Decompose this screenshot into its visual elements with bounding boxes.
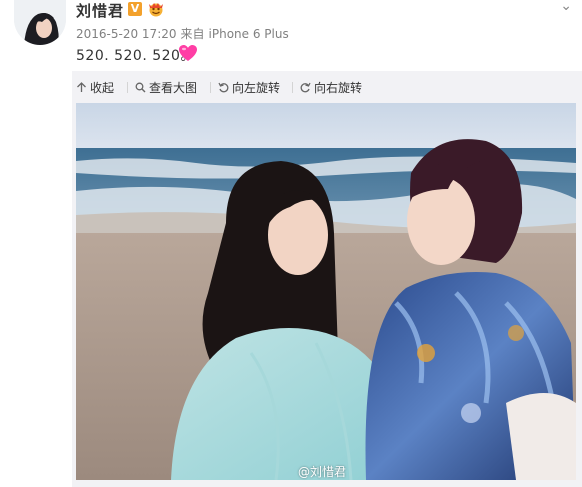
- rotate-left-icon: [218, 82, 229, 93]
- collapse-label: 收起: [90, 81, 115, 95]
- image-watermark: @刘惜君: [298, 465, 347, 479]
- timestamp[interactable]: 2016-5-20 17:20: [76, 27, 177, 41]
- collapse-button[interactable]: 收起: [76, 79, 114, 97]
- username[interactable]: 刘惜君: [76, 0, 124, 21]
- toolbar-divider: [292, 82, 293, 93]
- rotate-right-label: 向右旋转: [314, 81, 363, 95]
- magnifier-icon: [135, 82, 146, 93]
- view-large-label: 查看大图: [149, 81, 198, 95]
- rotate-right-button[interactable]: 向右旋转: [300, 79, 362, 97]
- verified-icon[interactable]: V: [128, 2, 142, 16]
- rotate-left-label: 向左旋转: [232, 81, 281, 95]
- post-meta: 2016-5-20 17:20 来自 iPhone 6 Plus: [76, 25, 293, 42]
- rotate-left-button[interactable]: 向左旋转: [218, 79, 280, 97]
- source-prefix: 来自: [180, 27, 205, 41]
- toolbar-divider: [127, 82, 128, 93]
- source-link[interactable]: iPhone 6 Plus: [209, 27, 289, 41]
- member-badge-icon[interactable]: [147, 1, 165, 17]
- arrow-up-icon: [77, 82, 86, 92]
- toolbar-divider: [210, 82, 211, 93]
- post-header: 刘惜君 V ⌄ 2016-5-20 17:20 来自 iPhone 6 Plus 5…: [0, 0, 582, 70]
- avatar[interactable]: [14, 0, 66, 45]
- post-photo[interactable]: [76, 103, 576, 480]
- heart-emoji-icon: [178, 44, 198, 62]
- rotate-right-icon: [300, 82, 311, 93]
- chevron-down-icon[interactable]: ⌄: [560, 0, 572, 14]
- view-large-button[interactable]: 查看大图: [135, 79, 197, 97]
